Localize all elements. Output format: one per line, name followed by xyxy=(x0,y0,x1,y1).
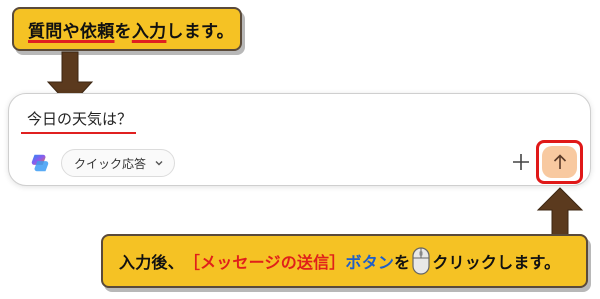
callout-top-text-3: 入力 xyxy=(131,21,167,42)
plus-icon[interactable] xyxy=(511,152,531,172)
callout-bottom-text-1: 入力後、 xyxy=(119,253,184,272)
response-mode-label: クイック応答 xyxy=(74,156,147,171)
callout-top-text-1: 質問や依頼 xyxy=(28,21,115,42)
arrow-up-icon xyxy=(536,187,584,237)
callout-bottom-text-2: ［メッセージの送信］ xyxy=(183,253,346,272)
response-mode-dropdown[interactable]: クイック応答 xyxy=(61,149,176,177)
callout-bottom-text-3: ボタン xyxy=(345,253,395,272)
send-message-button[interactable] xyxy=(542,146,577,178)
input-highlight-underline xyxy=(21,132,136,134)
instruction-callout-bottom: 入力後、 ［メッセージの送信］ ボタンを クリックします。 xyxy=(101,234,588,288)
copilot-logo-icon xyxy=(31,154,49,172)
callout-top-text-4: します。 xyxy=(166,21,234,42)
instruction-callout-top: 質問や依頼を入力 します。 xyxy=(12,7,242,51)
callout-top-text-2: を xyxy=(114,21,132,42)
callout-bottom-text-4: を xyxy=(394,253,411,272)
chat-input-box: 今日の天気は？ クイック応答 xyxy=(8,93,591,186)
callout-bottom-text-5: クリックします。 xyxy=(432,253,561,272)
send-button-highlight xyxy=(536,140,583,184)
mouse-icon xyxy=(412,247,430,275)
chevron-down-icon xyxy=(155,161,163,166)
arrow-up-icon xyxy=(553,154,566,169)
message-input[interactable]: 今日の天気は？ xyxy=(27,108,132,129)
